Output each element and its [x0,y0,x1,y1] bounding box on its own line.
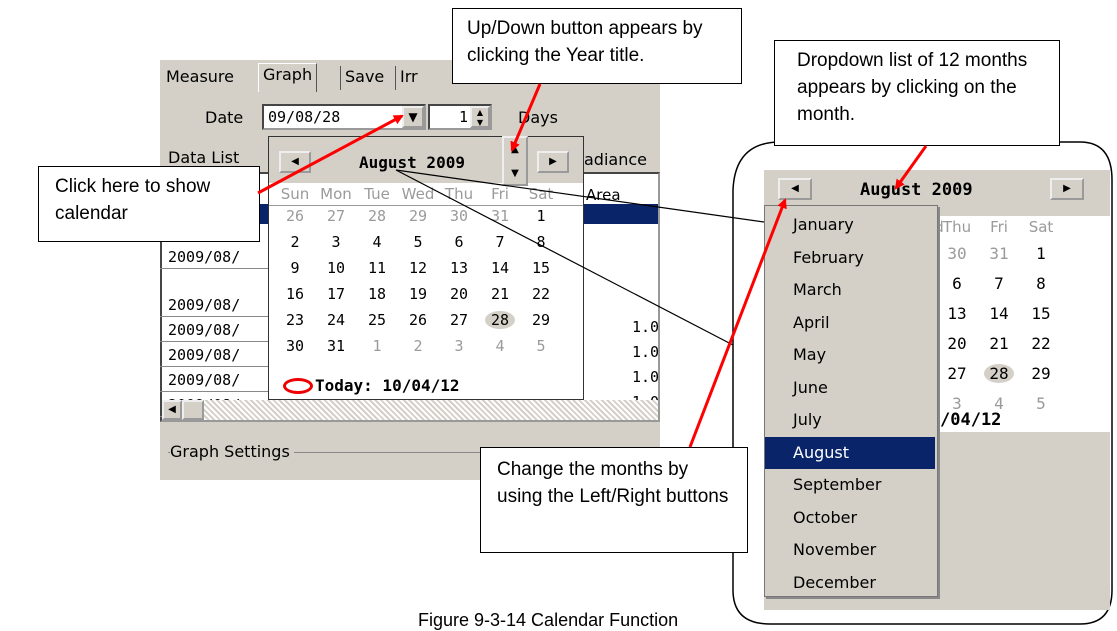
zoom-weekday-label: Thu [942,218,972,236]
zoom-weekday-label: Fri [990,218,1008,236]
callout-change-months: Change the months by using the Left/Righ… [480,447,748,553]
zoom-calendar-day[interactable]: 31 [984,244,1014,263]
zoom-calendar-day[interactable]: 6 [942,274,972,293]
callout-click-here: Click here to show calendar [38,166,260,242]
zoom-prev-month-button[interactable]: ◀ [778,178,812,200]
zoom-calendar-day[interactable]: 7 [984,274,1014,293]
zoom-calendar-day[interactable]: 5 [1026,394,1056,413]
zoom-calendar-day[interactable]: 13 [942,304,972,323]
month-option-july[interactable]: July [765,404,935,436]
month-option-october[interactable]: October [765,502,935,534]
zoom-next-month-button[interactable]: ▶ [1050,178,1084,200]
month-option-december[interactable]: December [765,567,935,599]
month-option-february[interactable]: February [765,242,935,274]
zoom-month-year[interactable]: August 2009 [860,180,973,200]
zoom-calendar-day[interactable]: 21 [984,334,1014,353]
zoom-calendar-day[interactable]: 1 [1026,244,1056,263]
zoom-calendar-day[interactable]: 15 [1026,304,1056,323]
zoom-calendar-day[interactable]: 20 [942,334,972,353]
month-option-august[interactable]: August [765,436,935,469]
month-dropdown-list[interactable]: January February March April May June July Augu… [764,205,938,597]
zoom-calendar-day[interactable]: 27 [942,364,972,383]
callout-dropdown: Dropdown list of 12 months appears by cl… [774,40,1060,146]
month-option-april[interactable]: April [765,307,935,339]
zoom-calendar-day[interactable]: 8 [1026,274,1056,293]
month-option-november[interactable]: November [765,534,935,566]
zoom-calendar-day[interactable]: 22 [1026,334,1056,353]
month-option-september[interactable]: September [765,469,935,501]
figure-caption: Figure 9-3-14 Calendar Function [418,610,679,630]
month-option-march[interactable]: March [765,274,935,306]
zoom-calendar-day[interactable]: 14 [984,304,1014,323]
zoom-weekday-label: Sat [1028,218,1054,236]
callout-updown: Up/Down button appears by clicking the Y… [452,8,742,84]
zoom-today-label: /04/12 [940,410,1002,430]
month-option-may[interactable]: May [765,339,935,371]
zoom-calendar-day[interactable]: 29 [1026,364,1056,383]
month-option-january[interactable]: January [765,209,935,241]
zoom-calendar-day[interactable]: 30 [942,244,972,263]
zoom-calendar-days: d Thu Fri Sat 30 31 1 6 7 8 13 14 15 20 21 22 27 28 29 3 4 5 [930,218,1110,418]
zoom-calendar-day[interactable]: 28 [984,364,1014,383]
month-option-june[interactable]: June [765,372,935,404]
